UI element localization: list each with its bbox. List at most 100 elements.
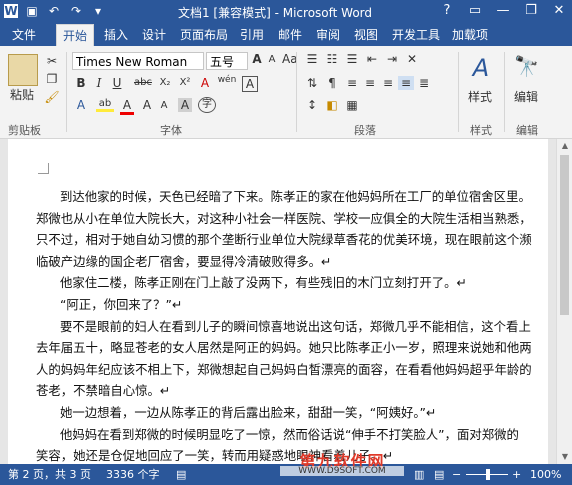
- cut-icon[interactable]: ✂: [44, 54, 60, 68]
- customize-icon[interactable]: ▾: [90, 3, 106, 19]
- redo-icon[interactable]: ↷: [68, 3, 84, 19]
- page-count[interactable]: 第 2 页，共 3 页: [8, 464, 91, 485]
- align-left-icon[interactable]: ≡: [344, 76, 360, 90]
- text-line[interactable]: 到达他家的时候，天色已经暗了下来。陈孝正的家在他妈妈所在工厂的单位宿舍区里。: [60, 186, 550, 208]
- italic-button[interactable]: I: [92, 76, 106, 90]
- editing-button[interactable]: 编辑: [508, 88, 544, 105]
- tab-mailings[interactable]: 邮件: [272, 24, 308, 46]
- increase-indent-icon[interactable]: ⇥: [384, 52, 400, 66]
- paste-icon[interactable]: [8, 54, 38, 86]
- site-watermark: 第九软件网 WWW.D9SOFT.COM: [280, 448, 404, 482]
- styles-button[interactable]: 样式: [462, 88, 498, 105]
- chinese-layout-icon[interactable]: ✕: [404, 52, 420, 66]
- superscript-button[interactable]: X²: [176, 77, 194, 88]
- tab-review[interactable]: 审阅: [310, 24, 346, 46]
- tab-file[interactable]: 文件: [0, 24, 48, 46]
- strikethrough-button[interactable]: abc: [132, 77, 154, 88]
- text-line[interactable]: 只不过，相对于她自幼习惯的那个垄断行业单位大院绿草香花的优美环境，现在眼前这个濒: [36, 229, 532, 251]
- styles-icon[interactable]: A: [468, 54, 494, 82]
- group-divider: [296, 52, 297, 132]
- tab-addins[interactable]: 加载项: [446, 24, 494, 46]
- enclose-characters-button[interactable]: 字: [198, 97, 216, 113]
- font-name-select[interactable]: Times New Roman: [72, 52, 204, 70]
- text-line[interactable]: 苍老，不禁暗自心惊。↵: [36, 380, 526, 402]
- ribbon-tabs: 文件 开始 插入 设计 页面布局 引用 邮件 审阅 视图 开发工具 加载项: [0, 24, 572, 47]
- bullets-icon[interactable]: ☰: [304, 52, 320, 66]
- help-button[interactable]: ?: [438, 2, 456, 20]
- grow-font-icon[interactable]: A: [250, 52, 264, 66]
- grow-icon[interactable]: A: [140, 98, 154, 112]
- paste-button[interactable]: 粘贴: [6, 86, 38, 103]
- format-painter-icon[interactable]: 🖌: [44, 90, 60, 104]
- tab-view[interactable]: 视图: [348, 24, 384, 46]
- save-icon[interactable]: ▣: [24, 3, 40, 19]
- tab-developer[interactable]: 开发工具: [386, 24, 446, 46]
- subscript-button[interactable]: X₂: [156, 77, 174, 88]
- scroll-up-icon[interactable]: ▲: [557, 139, 572, 153]
- clear-format-button[interactable]: A: [198, 76, 212, 90]
- text-line[interactable]: 去年届五十，略显苍老的女人居然是阿正的妈妈。她只比陈孝正小一岁，照理来说她和他两: [36, 337, 532, 359]
- find-icon[interactable]: 🔭: [514, 54, 539, 78]
- scroll-down-icon[interactable]: ▼: [557, 450, 572, 464]
- tab-layout[interactable]: 页面布局: [174, 24, 234, 46]
- show-marks-icon[interactable]: ¶: [324, 76, 340, 90]
- zoom-in-button[interactable]: +: [512, 464, 521, 485]
- tab-references[interactable]: 引用: [234, 24, 270, 46]
- window-title: 文档1 [兼容模式] - Microsoft Word: [177, 6, 373, 20]
- tab-insert[interactable]: 插入: [98, 24, 134, 46]
- tab-design[interactable]: 设计: [136, 24, 172, 46]
- zoom-slider-thumb[interactable]: [486, 469, 490, 480]
- text-line[interactable]: 要不是眼前的妇人在看到儿子的瞬间惊喜地说出这句话，郑微几乎不能相信，这个看上: [60, 316, 550, 338]
- bold-button[interactable]: B: [74, 76, 88, 90]
- text-line[interactable]: 郑微也从小在单位大院长大，对这种小社会一样医院、学校一应俱全的大院生活相当熟悉，: [36, 208, 532, 230]
- align-center-icon[interactable]: ≡: [362, 76, 378, 90]
- text-line[interactable]: 他妈妈在看到郑微的时候明显吃了一惊，然而俗话说“伸手不打笑脸人”，面对郑微的: [60, 424, 550, 446]
- align-right-icon[interactable]: ≡: [380, 76, 396, 90]
- sort-icon[interactable]: ⇅: [304, 76, 320, 90]
- zoom-out-button[interactable]: −: [452, 464, 461, 485]
- scroll-thumb[interactable]: [560, 155, 569, 315]
- shading-icon[interactable]: ◧: [324, 98, 340, 112]
- text-line[interactable]: 人的妈妈年纪应该不相上下，郑微想起自己妈妈白皙漂亮的面容，在看看他妈妈超乎年龄的: [36, 359, 532, 381]
- numbering-icon[interactable]: ☷: [324, 52, 340, 66]
- copy-icon[interactable]: ❐: [44, 72, 60, 86]
- text-effects-icon[interactable]: A: [74, 98, 88, 112]
- text-line[interactable]: “阿正，你回来了？”↵: [60, 294, 550, 316]
- distributed-icon[interactable]: ≣: [416, 76, 432, 90]
- multilevel-list-icon[interactable]: ☰: [344, 52, 360, 66]
- word-count[interactable]: 3336 个字: [106, 464, 160, 485]
- font-color-button[interactable]: A: [120, 98, 134, 115]
- minimize-button[interactable]: —: [494, 2, 512, 20]
- character-border-button[interactable]: A: [242, 76, 258, 92]
- decrease-indent-icon[interactable]: ⇤: [364, 52, 380, 66]
- change-case-icon[interactable]: Aa: [282, 52, 298, 66]
- watermark-url: WWW.D9SOFT.COM: [280, 466, 404, 476]
- shrink-icon[interactable]: A: [158, 100, 170, 111]
- phonetic-guide-button[interactable]: wén: [216, 75, 238, 85]
- ribbon-display-icon[interactable]: ▭: [466, 2, 484, 20]
- styles-group-label: 样式: [470, 124, 492, 137]
- proofing-icon[interactable]: ▤: [176, 464, 186, 485]
- character-shading-button[interactable]: A: [178, 98, 192, 112]
- print-layout-icon[interactable]: ▤: [434, 464, 444, 485]
- font-size-select[interactable]: 五号: [206, 52, 248, 70]
- text-line[interactable]: 她一边想着，一边从陈孝正的背后露出脸来，甜甜一笑，“阿姨好。”↵: [60, 402, 550, 424]
- text-line[interactable]: 他家住二楼，陈孝正刚在门上敲了没两下，有些残旧的木门立刻打开了。↵: [60, 272, 550, 294]
- vertical-scrollbar[interactable]: ▲ ▼: [556, 139, 572, 464]
- close-button[interactable]: ✕: [550, 2, 568, 20]
- zoom-level[interactable]: 100%: [530, 464, 561, 485]
- tab-home[interactable]: 开始: [56, 24, 95, 47]
- line-spacing-icon[interactable]: ↕: [304, 98, 320, 112]
- highlight-button[interactable]: ab: [96, 98, 114, 112]
- restore-button[interactable]: ❐: [522, 2, 540, 20]
- underline-button[interactable]: U: [110, 76, 124, 90]
- paragraph-group-label: 段落: [354, 124, 376, 137]
- justify-icon[interactable]: ≡: [398, 76, 414, 90]
- borders-icon[interactable]: ▦: [344, 98, 360, 112]
- shrink-font-icon[interactable]: A: [266, 54, 278, 65]
- text-line[interactable]: 临破产边缘的国企老厂宿舍，要显得冷清破败得多。↵: [36, 251, 526, 273]
- title-bar: W ▣ ↶ ↷ ▾ 文档1 [兼容模式] - Microsoft Word ? …: [0, 0, 572, 24]
- undo-icon[interactable]: ↶: [46, 3, 62, 19]
- document-page[interactable]: 到达他家的时候，天色已经暗了下来。陈孝正的家在他妈妈所在工厂的单位宿舍区里。 郑…: [8, 139, 548, 464]
- read-mode-icon[interactable]: ▥: [414, 464, 424, 485]
